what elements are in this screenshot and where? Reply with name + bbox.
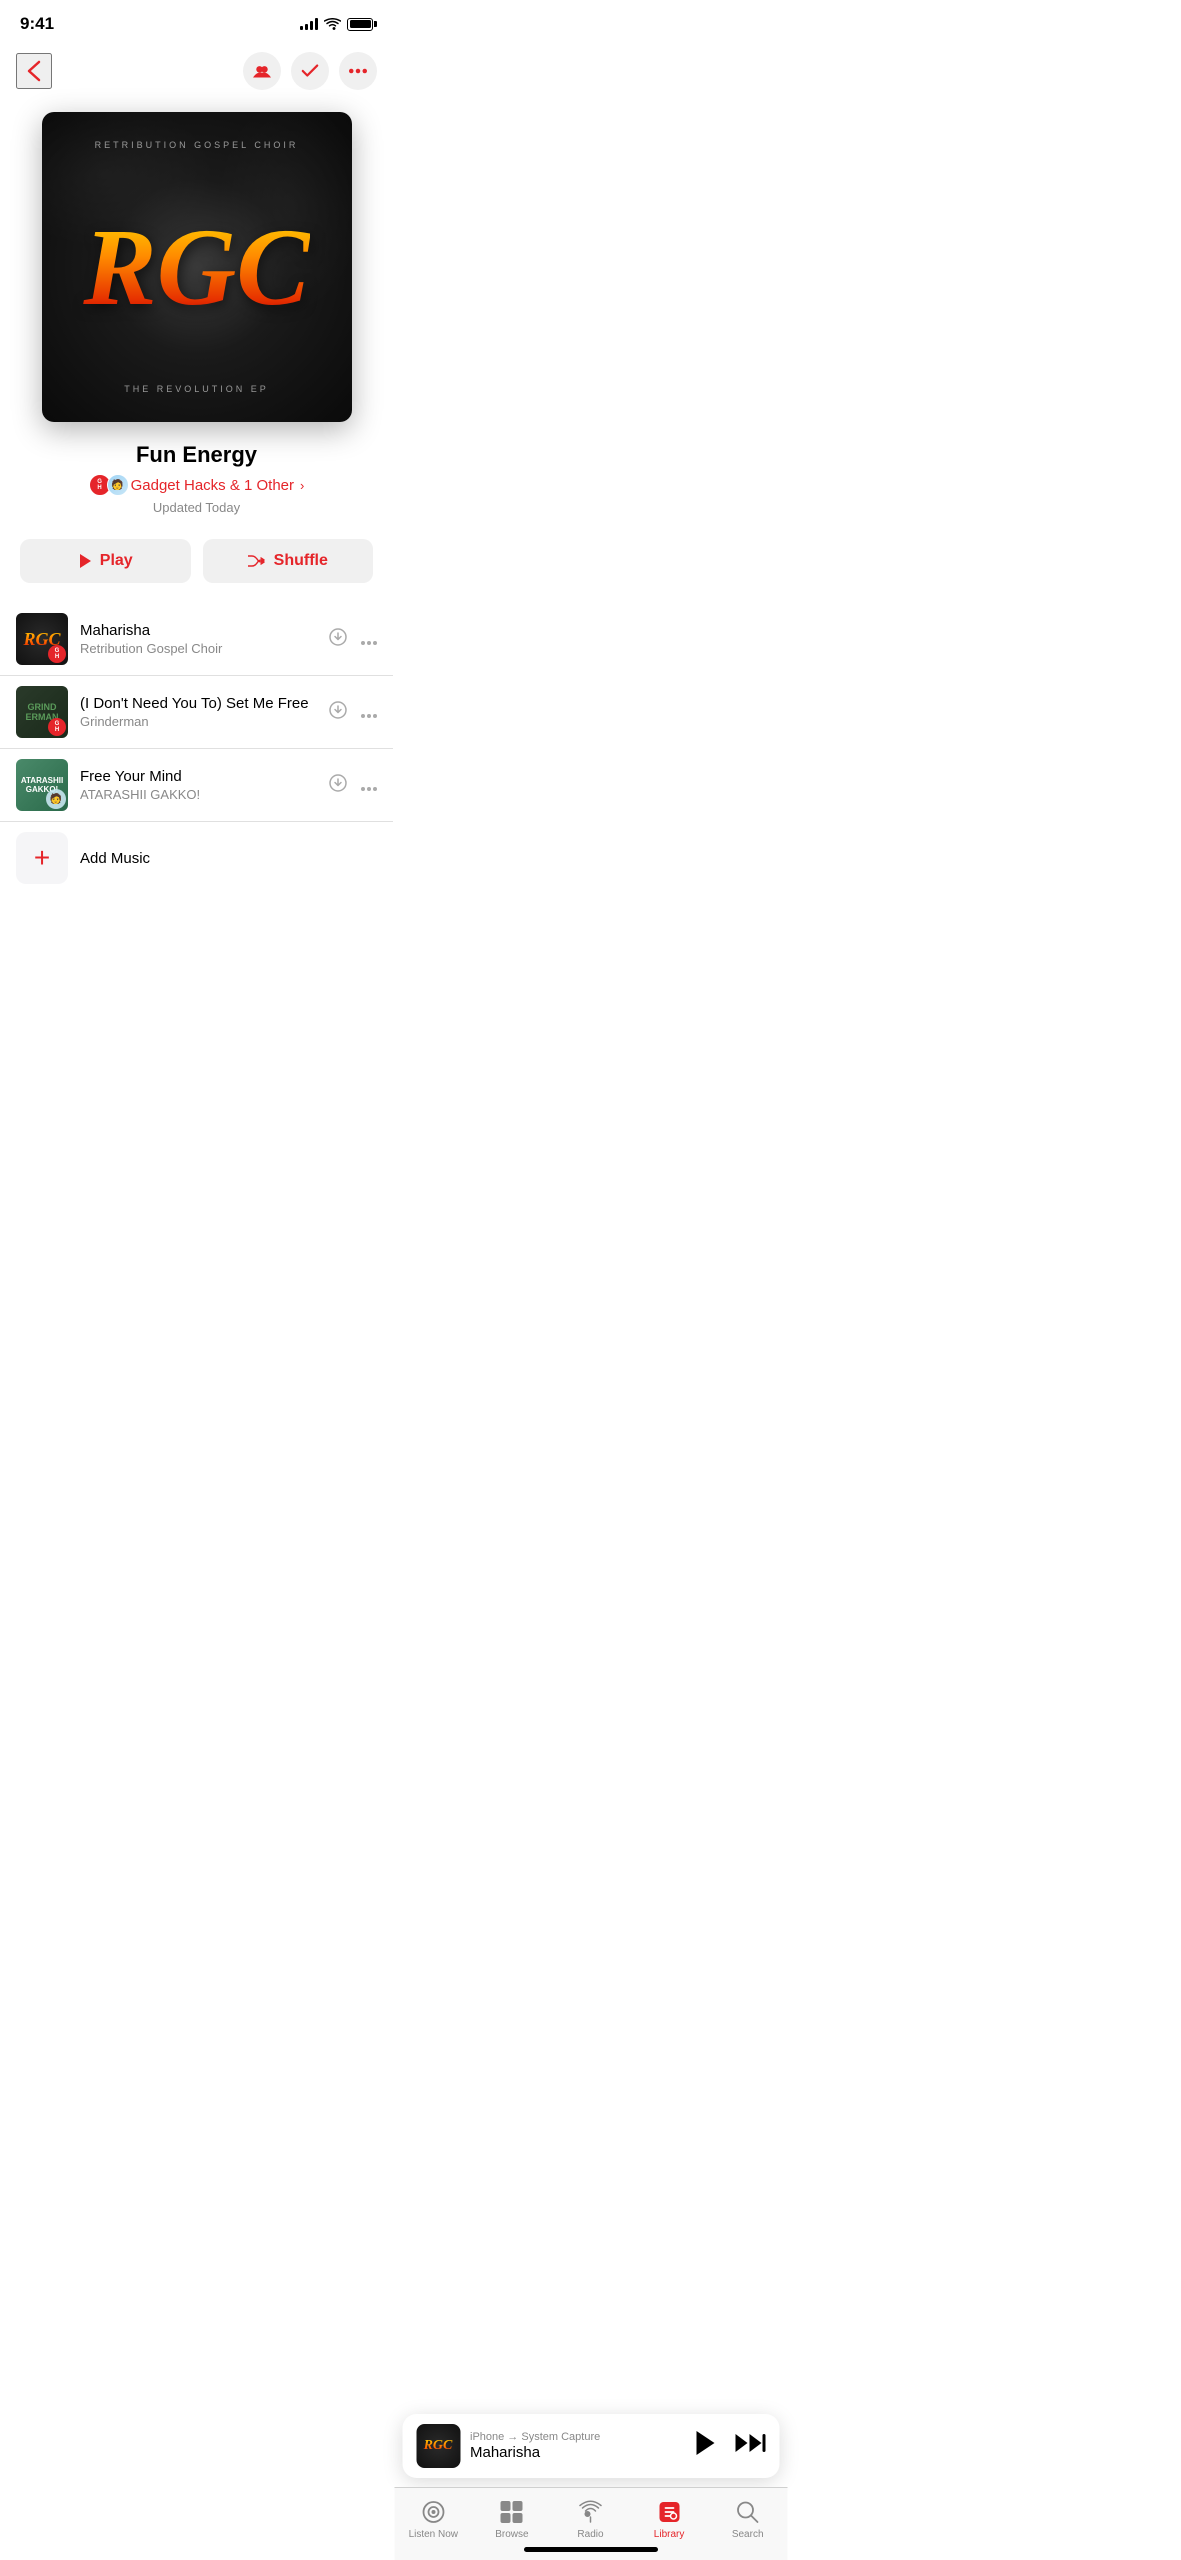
tab-listen-now[interactable]: Listen Now [398,2498,468,2540]
download-icon-2[interactable] [329,701,347,724]
tab-radio-label: Radio [577,2529,603,2540]
play-button[interactable]: Play [20,539,191,583]
song-actions-2 [329,701,377,724]
browse-icon [498,2498,526,2526]
collaborator-avatars: GH 🧑 [89,474,125,496]
more-icon-3[interactable] [361,775,377,796]
song-thumbnail-2: GRINDERMAN GH [16,686,68,738]
add-music-item[interactable]: + Add Music [0,822,393,894]
add-music-button[interactable]: + [16,832,68,884]
now-playing-controls [693,2430,765,2463]
now-playing-play-button[interactable] [693,2430,715,2463]
back-button[interactable] [16,53,52,89]
play-label: Play [100,552,133,570]
collaborators-button[interactable] [243,52,281,90]
chevron-right-icon: › [300,478,304,493]
song-actions-1 [329,628,377,651]
library-icon [655,2498,683,2526]
done-button[interactable] [291,52,329,90]
nav-actions [243,52,377,90]
song-artist-3: ATARASHII GAKKO! [80,787,317,802]
album-top-text: RETRIBUTION GOSPEL CHOIR [95,140,299,150]
status-time: 9:41 [20,14,54,34]
song-title-1: Maharisha [80,622,317,639]
battery-icon [347,18,373,31]
collaborators-name: Gadget Hacks & 1 Other [131,477,294,494]
album-artwork: RETRIBUTION GOSPEL CHOIR RGC THE REVOLUT… [42,112,352,422]
tab-library[interactable]: Library [634,2498,704,2540]
song-item-3[interactable]: ATARASHIIGAKKO! 🧑 Free Your Mind ATARASH… [0,749,393,822]
download-icon-1[interactable] [329,628,347,651]
album-art-container: RETRIBUTION GOSPEL CHOIR RGC THE REVOLUT… [0,102,393,442]
signal-icon [300,18,318,30]
album-bottom-text: THE REVOLUTION EP [124,384,269,394]
now-playing-album-text: RGC [424,2438,453,2454]
song-thumbnail-1: RGC GH [16,613,68,665]
tab-search-label: Search [732,2529,764,2540]
other-user-avatar: 🧑 [107,474,129,496]
song-info-1: Maharisha Retribution Gospel Choir [80,622,317,656]
home-indicator [524,2547,658,2552]
song-thumbnail-3: ATARASHIIGAKKO! 🧑 [16,759,68,811]
song-item-2[interactable]: GRINDERMAN GH (I Don't Need You To) Set … [0,676,393,749]
tab-search[interactable]: Search [713,2498,783,2540]
status-bar: 9:41 [0,0,393,44]
download-icon-3[interactable] [329,774,347,797]
playlist-info: Fun Energy GH 🧑 Gadget Hacks & 1 Other ›… [0,442,393,525]
song-info-2: (I Don't Need You To) Set Me Free Grinde… [80,695,317,729]
playlist-updated: Updated Today [20,500,373,515]
tab-radio[interactable]: Radio [555,2498,625,2540]
album-main-text: RGC [83,212,309,322]
now-playing-info: iPhone → System Capture Maharisha [470,2431,683,2461]
plus-icon: + [34,844,50,872]
more-options-button[interactable] [339,52,377,90]
wifi-icon [324,18,341,31]
collaborators-link[interactable]: GH 🧑 Gadget Hacks & 1 Other › [20,474,373,496]
tab-library-label: Library [654,2529,685,2540]
now-playing-forward-button[interactable] [733,2432,765,2460]
song-actions-3 [329,774,377,797]
shuffle-button[interactable]: Shuffle [203,539,374,583]
radio-icon [576,2498,604,2526]
song-item-1[interactable]: RGC GH Maharisha Retribution Gospel Choi… [0,603,393,676]
tab-browse[interactable]: Browse [477,2498,547,2540]
song-artist-2: Grinderman [80,714,317,729]
navigation-bar [0,44,393,102]
now-playing-bar[interactable]: RGC iPhone → System Capture Maharisha [402,2414,779,2478]
action-buttons: Play Shuffle [0,525,393,603]
song-list: RGC GH Maharisha Retribution Gospel Choi… [0,603,393,894]
listen-now-icon [419,2498,447,2526]
status-icons [300,18,373,31]
tab-browse-label: Browse [495,2529,528,2540]
now-playing-track: Maharisha [470,2444,683,2461]
song-artist-1: Retribution Gospel Choir [80,641,317,656]
tab-listen-now-label: Listen Now [409,2529,458,2540]
add-music-label: Add Music [80,850,150,867]
search-icon [734,2498,762,2526]
song-title-3: Free Your Mind [80,768,317,785]
shuffle-label: Shuffle [274,552,328,570]
more-icon-2[interactable] [361,702,377,723]
now-playing-album-art: RGC [416,2424,460,2468]
song-info-3: Free Your Mind ATARASHII GAKKO! [80,768,317,802]
now-playing-source: iPhone → System Capture [470,2431,683,2443]
playlist-title: Fun Energy [20,442,373,468]
song-title-2: (I Don't Need You To) Set Me Free [80,695,317,712]
more-icon-1[interactable] [361,629,377,650]
